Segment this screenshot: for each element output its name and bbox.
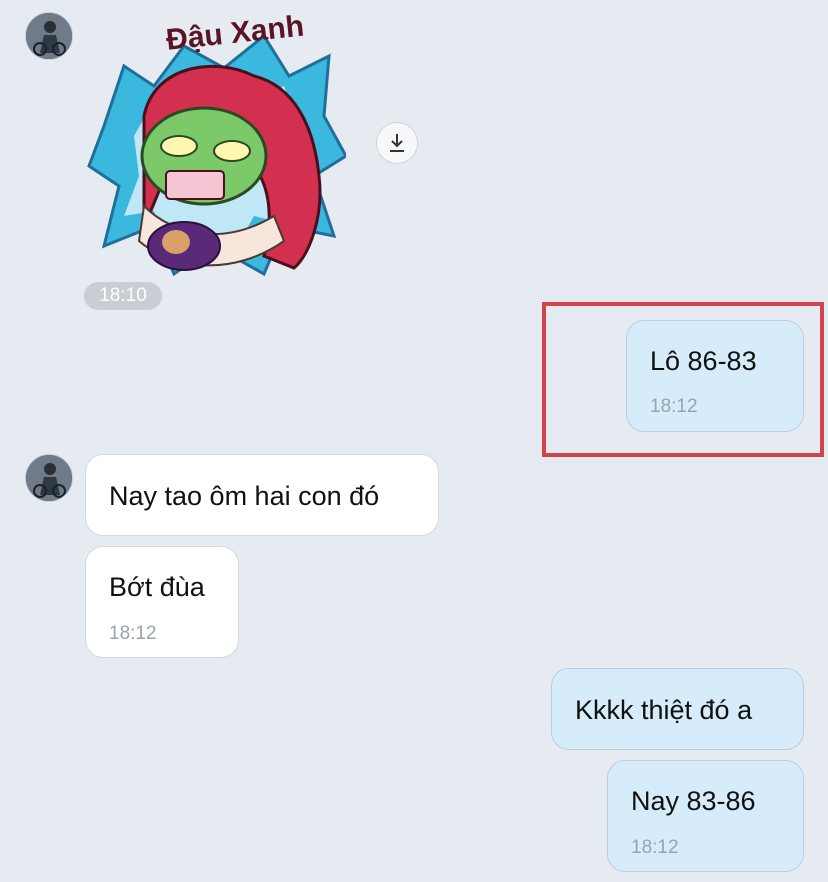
avatar-photo: [26, 455, 72, 501]
message-bubble-outgoing[interactable]: Nay 83-86 18:12: [607, 760, 804, 872]
contact-avatar[interactable]: [25, 454, 73, 502]
sticker-image: Đậu Xanh: [87, 10, 346, 277]
message-timestamp: 18:12: [109, 623, 157, 644]
message-text: Nay tao ôm hai con đó: [109, 481, 380, 511]
sticker-timestamp: 18:10: [84, 282, 162, 310]
message-text: Kkkk thiệt đó a: [575, 695, 753, 725]
message-bubble-incoming[interactable]: Nay tao ôm hai con đó: [85, 454, 439, 536]
highlight-box: [542, 302, 824, 457]
contact-avatar[interactable]: [25, 12, 73, 60]
message-timestamp: 18:12: [631, 837, 679, 858]
download-button[interactable]: [376, 122, 418, 164]
message-text: Bớt đùa: [109, 572, 205, 602]
message-text: Nay 83-86: [631, 786, 756, 816]
sticker-message[interactable]: Đậu Xanh: [84, 6, 346, 278]
message-bubble-outgoing[interactable]: Kkkk thiệt đó a: [551, 668, 804, 750]
avatar-photo: [26, 13, 72, 59]
download-icon: [390, 134, 404, 152]
sticker-caption: Đậu Xanh: [165, 10, 306, 57]
message-bubble-incoming[interactable]: Bớt đùa 18:12: [85, 546, 239, 658]
